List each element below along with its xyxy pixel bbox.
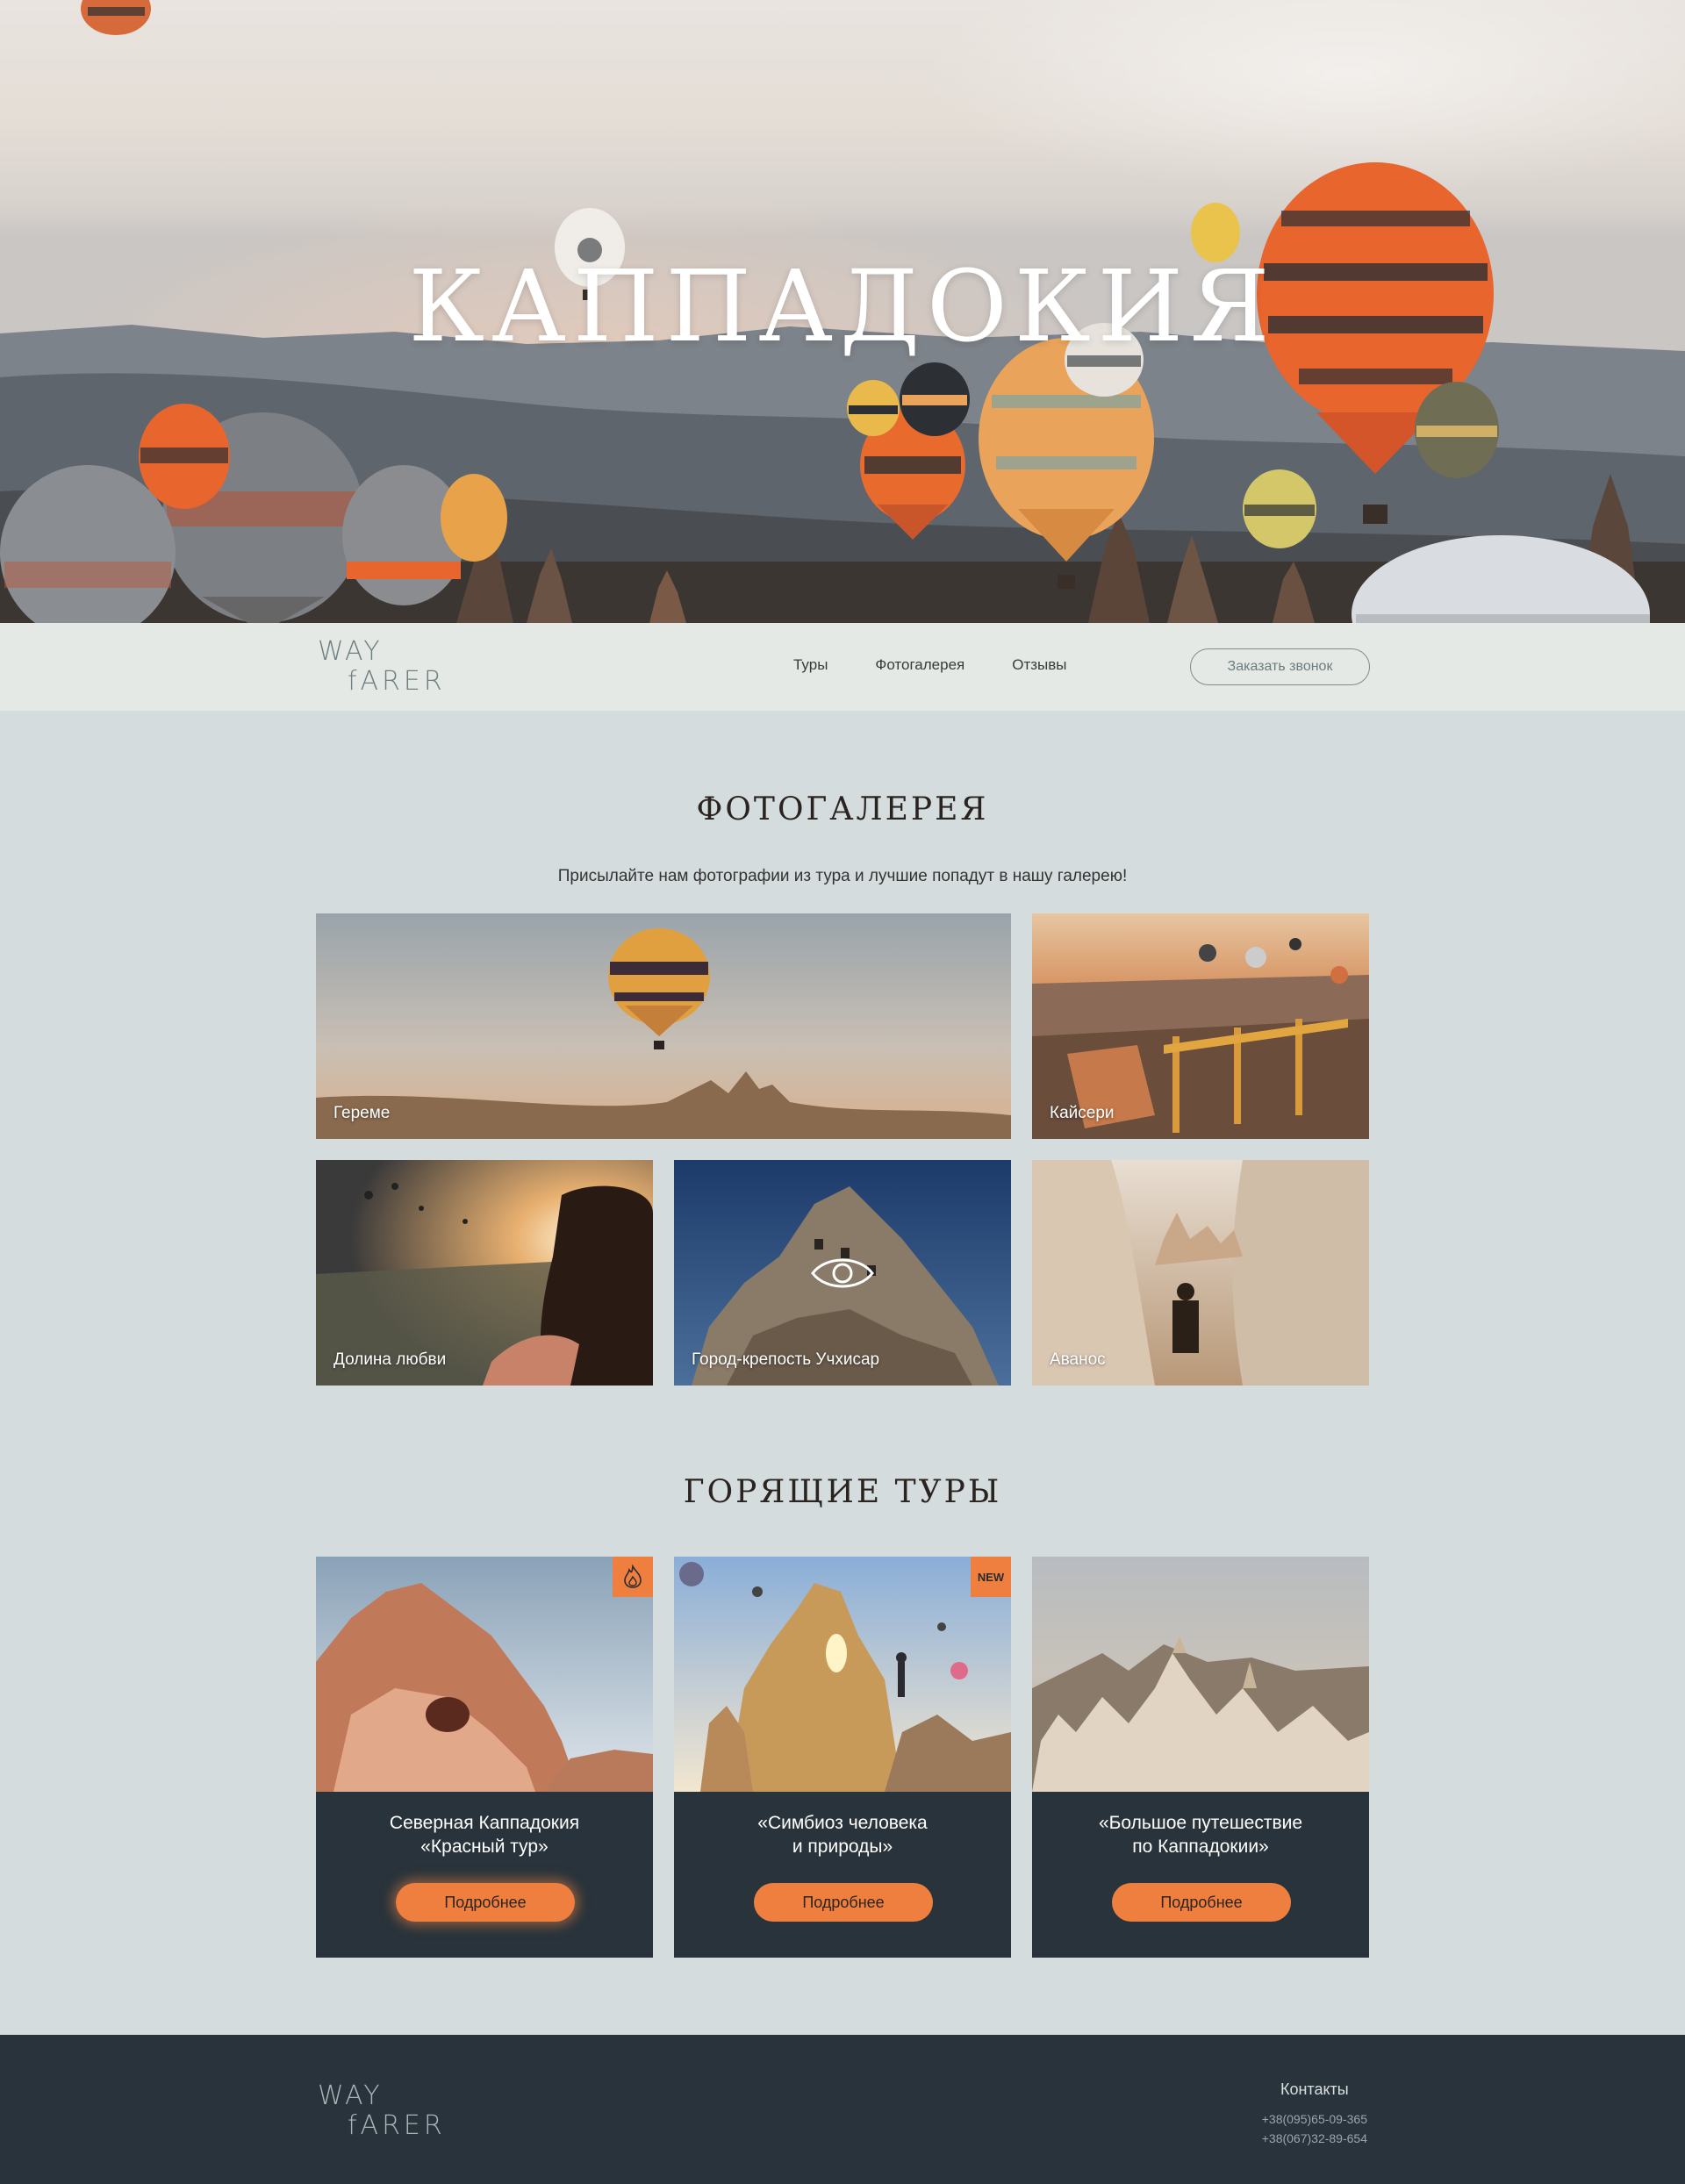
goreme-photo (316, 913, 1011, 1139)
tour-image (316, 1557, 653, 1792)
contacts-title: Контакты (1280, 2080, 1349, 2098)
request-call-button[interactable]: Заказать звонок (1190, 648, 1370, 685)
nav-link-tours[interactable]: Туры (793, 656, 828, 674)
new-badge: NEW (971, 1557, 1011, 1597)
view-eye-icon[interactable] (810, 1254, 875, 1292)
gallery-caption: Город-крепость Учхисар (692, 1350, 880, 1369)
tour-title: Северная Каппадокия «Красный тур» (389, 1813, 580, 1857)
gallery-caption: Кайсери (1050, 1104, 1115, 1122)
nav-link-gallery[interactable]: Фотогалерея (875, 656, 964, 674)
gallery-title: ФОТОГАЛЕРЕЯ (696, 791, 989, 827)
gallery-item-love-valley[interactable]: Долина любви (316, 1160, 653, 1386)
footer-contacts: Контакты +38(095)65-09-365 +38(067)32-89… (1262, 2080, 1367, 2148)
logo-line-1: WAY (318, 2080, 383, 2111)
gallery-caption: Аванос (1050, 1350, 1106, 1369)
tour-card: NEW «Симбиоз человека и природы» Подробн… (674, 1557, 1011, 1958)
site-footer: WAY fARER Контакты +38(095)65-09-365 +38… (0, 2035, 1685, 2184)
tour-details-button[interactable]: Подробнее (396, 1883, 575, 1922)
tour-details-button[interactable]: Подробнее (754, 1883, 933, 1922)
gallery-item-kayseri[interactable]: Кайсери (1032, 913, 1369, 1139)
hero-title: КАППАДОКИЯ (408, 250, 1277, 364)
hot-badge (613, 1557, 653, 1597)
nav-links: Туры Фотогалерея Отзывы (793, 656, 1067, 674)
logo-line-2: fARER (348, 666, 446, 697)
main-navigation: WAY fARER Туры Фотогалерея Отзывы Заказа… (0, 623, 1685, 711)
red-tour-photo (316, 1557, 653, 1792)
tour-image (1032, 1557, 1369, 1792)
fire-icon (624, 1565, 642, 1588)
tour-details-button[interactable]: Подробнее (1112, 1883, 1291, 1922)
gallery-item-uchisar[interactable]: Город-крепость Учхисар (674, 1160, 1011, 1386)
site-logo[interactable]: WAY fARER (318, 639, 446, 695)
hero-banner: КАППАДОКИЯ (0, 0, 1685, 623)
logo-line-2: fARER (348, 2110, 446, 2141)
gallery-caption: Долина любви (333, 1350, 447, 1369)
logo-line-1: WAY (318, 636, 383, 667)
hot-tours-title: ГОРЯЩИЕ ТУРЫ (683, 1474, 1002, 1510)
tour-image (674, 1557, 1011, 1792)
big-journey-tour-photo (1032, 1557, 1369, 1792)
gallery-caption: Гереме (333, 1104, 391, 1122)
tour-title: «Симбиоз человека и природы» (757, 1813, 928, 1857)
gallery-item-avanos[interactable]: Аванос (1032, 1160, 1369, 1386)
footer-logo[interactable]: WAY fARER (318, 2083, 446, 2139)
symbiosis-tour-photo (674, 1557, 1011, 1792)
nav-link-reviews[interactable]: Отзывы (1012, 656, 1066, 674)
tour-title: «Большое путешествие по Каппадокии» (1098, 1813, 1303, 1857)
gallery-subtitle: Присылайте нам фотографии из тура и лучш… (557, 867, 1128, 885)
gallery-item-goreme[interactable]: Гереме (316, 913, 1011, 1139)
phone-number[interactable]: +38(095)65-09-365 (1262, 2109, 1367, 2129)
tour-card: «Большое путешествие по Каппадокии» Подр… (1032, 1557, 1369, 1958)
tour-card: Северная Каппадокия «Красный тур» Подроб… (316, 1557, 653, 1958)
phone-number[interactable]: +38(067)32-89-654 (1262, 2129, 1367, 2148)
